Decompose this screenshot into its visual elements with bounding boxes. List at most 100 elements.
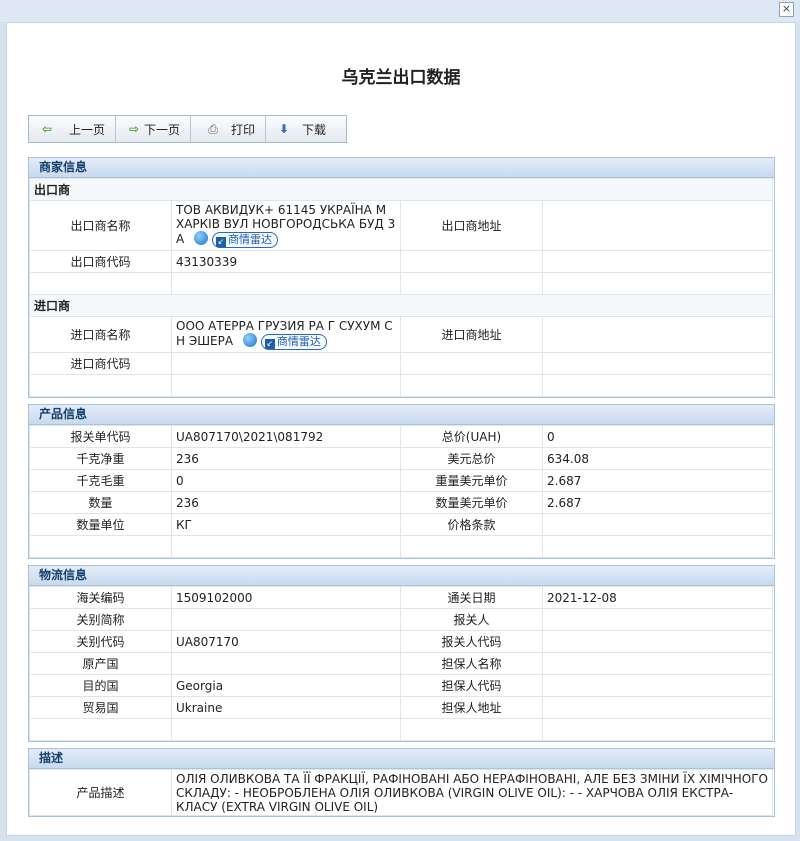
table-row — [29, 718, 773, 741]
empty-cell — [542, 535, 773, 558]
next-page-button[interactable]: ⇨ 下一页 — [116, 116, 192, 142]
field-value: Ukraine — [171, 696, 401, 719]
field-label: 价格条款 — [400, 513, 543, 536]
empty-cell — [400, 535, 543, 558]
radar-icon: ↙ — [264, 339, 275, 349]
field-label: 总价(UAH) — [400, 425, 543, 448]
empty-cell — [400, 374, 543, 397]
field-label: 原产国 — [29, 652, 172, 675]
importer-name-cell: ООО АТЕРРА ГРУЗИЯ РА Г СУХУМ С Н ЭШЕРА ↙… — [171, 316, 401, 353]
empty-cell — [400, 718, 543, 741]
globe-icon[interactable] — [194, 231, 209, 245]
field-value — [171, 652, 401, 675]
download-button[interactable]: ⬇ 下载 — [266, 116, 346, 142]
empty-cell — [541, 352, 774, 375]
field-value: 0 — [542, 425, 773, 448]
business-radar-button[interactable]: ↙ 商情雷达 — [212, 232, 279, 248]
merchant-table: 出口商 出口商名称 ТОВ АКВИДУК+ 61145 УКРАЇНА М Х… — [28, 178, 774, 397]
field-value — [542, 513, 773, 536]
field-label: 报关人 — [400, 608, 543, 631]
radar-icon: ↙ — [216, 237, 227, 247]
logistics-panel: 物流信息 海关编码 1509102000 通关日期 2021-12-08 关别简… — [28, 565, 775, 742]
table-row: 目的国 Georgia 担保人代码 — [29, 674, 773, 697]
empty-cell — [541, 272, 774, 295]
table-row: 千克毛重 0 重量美元单价 2.687 — [29, 469, 773, 492]
field-label: 数量 — [29, 491, 172, 514]
table-row: 数量单位 КГ 价格条款 — [29, 513, 773, 536]
arrow-right-icon: ⇨ — [128, 122, 140, 136]
field-value — [542, 608, 773, 631]
empty-cell — [171, 535, 401, 558]
table-row: 报关单代码 UA807170\2021\081792 总价(UAH) 0 — [29, 425, 773, 448]
product-panel: 产品信息 报关单代码 UA807170\2021\081792 总价(UAH) … — [28, 404, 775, 559]
exporter-code-label: 出口商代码 — [29, 250, 172, 273]
field-value — [542, 630, 773, 653]
table-row: 海关编码 1509102000 通关日期 2021-12-08 — [29, 586, 773, 609]
exporter-heading: 出口商 — [28, 178, 774, 201]
field-value — [542, 696, 773, 719]
empty-cell — [541, 374, 774, 397]
table-row: 关别简称 报关人 — [29, 608, 773, 631]
field-value: Georgia — [171, 674, 401, 697]
page-title: 乌克兰出口数据 — [341, 68, 461, 88]
business-radar-button[interactable]: ↙ 商情雷达 — [260, 334, 327, 350]
product-description-label: 产品描述 — [29, 769, 172, 816]
field-value — [542, 674, 773, 697]
globe-icon[interactable] — [242, 333, 257, 347]
merchant-section-title: 商家信息 — [29, 158, 774, 178]
empty-cell — [171, 272, 401, 295]
prev-page-label: 上一页 — [69, 122, 106, 137]
radar-label: 商情雷达 — [228, 233, 273, 246]
field-label: 数量美元单价 — [400, 491, 543, 514]
logistics-table: 海关编码 1509102000 通关日期 2021-12-08 关别简称 报关人… — [29, 586, 773, 741]
window-titlebar: × — [0, 0, 800, 22]
field-label: 关别代码 — [29, 630, 172, 653]
product-description-value: ОЛІЯ ОЛИВКОВА ТА ЇЇ ФРАКЦІЇ, РАФІНОВАНІ … — [171, 769, 773, 816]
print-label: 打印 — [231, 122, 256, 137]
field-label: 数量单位 — [29, 513, 172, 536]
download-label: 下载 — [302, 122, 327, 137]
field-label: 目的国 — [29, 674, 172, 697]
field-label: 关别简称 — [29, 608, 172, 631]
empty-cell — [29, 272, 172, 295]
exporter-name-value: ТОВ АКВИДУК+ 61145 УКРАЇНА М ХАРКІВ ВУЛ … — [176, 203, 396, 246]
next-page-label: 下一页 — [144, 122, 181, 137]
exporter-address-label: 出口商地址 — [400, 200, 543, 251]
download-arrow-icon: ⬇ — [279, 122, 290, 136]
close-button[interactable]: × — [779, 2, 794, 17]
table-row: 关别代码 UA807170 报关人代码 — [29, 630, 773, 653]
toolbar: ⇦ 上一页 ⇨ 下一页 ⎙ 打印 ⬇ 下载 — [28, 115, 348, 143]
field-value: 634.08 — [542, 447, 773, 470]
field-value: UA807170 — [171, 630, 401, 653]
field-label: 美元总价 — [400, 447, 543, 470]
empty-cell — [541, 250, 774, 273]
table-row: 原产国 担保人名称 — [29, 652, 773, 675]
prev-page-button[interactable]: ⇦ 上一页 — [29, 116, 117, 142]
field-label: 报关人代码 — [400, 630, 543, 653]
empty-cell — [29, 718, 172, 741]
table-row: 千克净重 236 美元总价 634.08 — [29, 447, 773, 470]
exporter-code-value: 43130339 — [171, 250, 401, 273]
arrow-left-icon: ⇦ — [41, 122, 53, 136]
description-table: 产品描述 ОЛІЯ ОЛИВКОВА ТА ЇЇ ФРАКЦІЇ, РАФІНО… — [29, 769, 773, 816]
empty-cell — [29, 535, 172, 558]
field-value — [171, 608, 401, 631]
description-panel: 描述 产品描述 ОЛІЯ ОЛИВКОВА ТА ЇЇ ФРАКЦІЇ, РАФ… — [28, 748, 775, 817]
field-value — [542, 652, 773, 675]
empty-cell — [400, 250, 543, 273]
field-value: 2.687 — [542, 491, 773, 514]
field-value: 1509102000 — [171, 586, 401, 609]
product-section-title: 产品信息 — [29, 405, 774, 425]
field-value: КГ — [171, 513, 401, 536]
description-section-title: 描述 — [29, 749, 774, 769]
field-value: 2021-12-08 — [542, 586, 773, 609]
field-label: 报关单代码 — [29, 425, 172, 448]
empty-cell — [400, 272, 543, 295]
merchant-panel: 商家信息 出口商 出口商名称 ТОВ АКВИДУК+ 61145 УКРАЇН… — [28, 157, 775, 398]
field-label: 海关编码 — [29, 586, 172, 609]
field-label: 担保人地址 — [400, 696, 543, 719]
print-button[interactable]: ⎙ 打印 — [191, 116, 267, 142]
field-value: 2.687 — [542, 469, 773, 492]
importer-code-value — [171, 352, 401, 375]
field-value: UA807170\2021\081792 — [171, 425, 401, 448]
